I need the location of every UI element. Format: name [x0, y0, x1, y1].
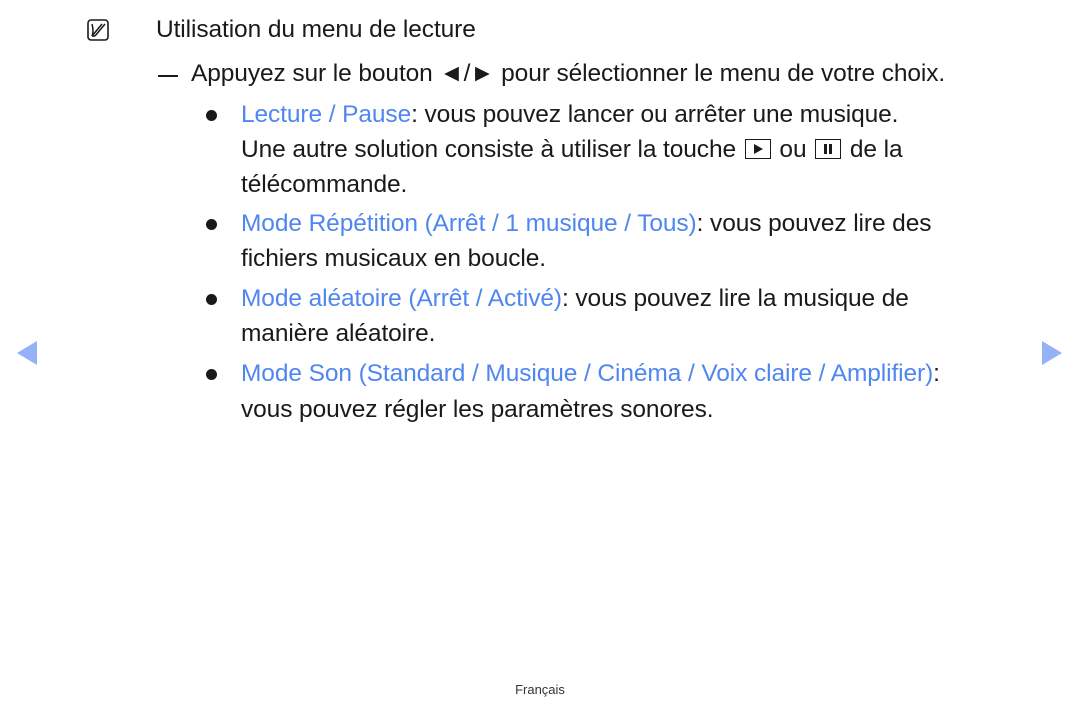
- list-item-line2: fichiers musicaux en boucle.: [241, 245, 546, 272]
- list-item: Lecture / Pause: vous pouvez lancer ou a…: [241, 101, 898, 129]
- instruction-line: Appuyez sur le bouton ◄/► pour sélection…: [191, 60, 945, 88]
- item-text: ou: [772, 136, 814, 163]
- note-title: Utilisation du menu de lecture: [156, 16, 476, 43]
- list-item: Mode Répétition (Arrêt / 1 musique / Tou…: [241, 210, 931, 238]
- list-item-line2: Une autre solution consiste à utiliser l…: [241, 136, 903, 164]
- item-label: Mode Répétition (Arrêt / 1 musique / Tou…: [241, 210, 697, 237]
- item-label: Lecture / Pause: [241, 101, 412, 128]
- bullet-icon: [206, 369, 217, 380]
- list-item: Mode Son (Standard / Musique / Cinéma / …: [241, 360, 940, 388]
- item-text: Une autre solution consiste à utiliser l…: [241, 136, 743, 163]
- bullet-icon: [206, 219, 217, 230]
- list-item: Mode aléatoire (Arrêt / Activé): vous po…: [241, 285, 909, 313]
- dash-marker: [158, 75, 178, 77]
- instruction-before: Appuyez sur le bouton: [191, 60, 440, 87]
- item-label: Mode Son (Standard / Musique / Cinéma / …: [241, 360, 934, 387]
- left-right-arrows-icon: ◄/►: [439, 60, 495, 87]
- instruction-after: pour sélectionner le menu de votre choix…: [494, 60, 946, 87]
- item-text: : vous pouvez lire la musique de: [561, 285, 909, 312]
- item-text: : vous pouvez lire des: [696, 210, 932, 237]
- item-text: de la: [843, 136, 903, 163]
- triangle-left-icon[interactable]: [17, 341, 37, 365]
- footer-language: Français: [515, 682, 565, 697]
- bullet-icon: [206, 110, 217, 121]
- note-icon: [87, 19, 109, 41]
- bullet-icon: [206, 294, 217, 305]
- list-item-line2: manière aléatoire.: [241, 320, 436, 347]
- item-text: : vous pouvez lancer ou arrêter une musi…: [411, 101, 899, 128]
- item-text: :: [933, 360, 940, 387]
- item-label: Mode aléatoire (Arrêt / Activé): [241, 285, 562, 312]
- play-button-icon: [744, 139, 771, 159]
- list-item-line2: vous pouvez régler les paramètres sonore…: [241, 396, 714, 423]
- pause-button-icon: [815, 139, 842, 159]
- triangle-right-icon[interactable]: [1042, 341, 1062, 365]
- list-item-line3: télécommande.: [241, 171, 408, 198]
